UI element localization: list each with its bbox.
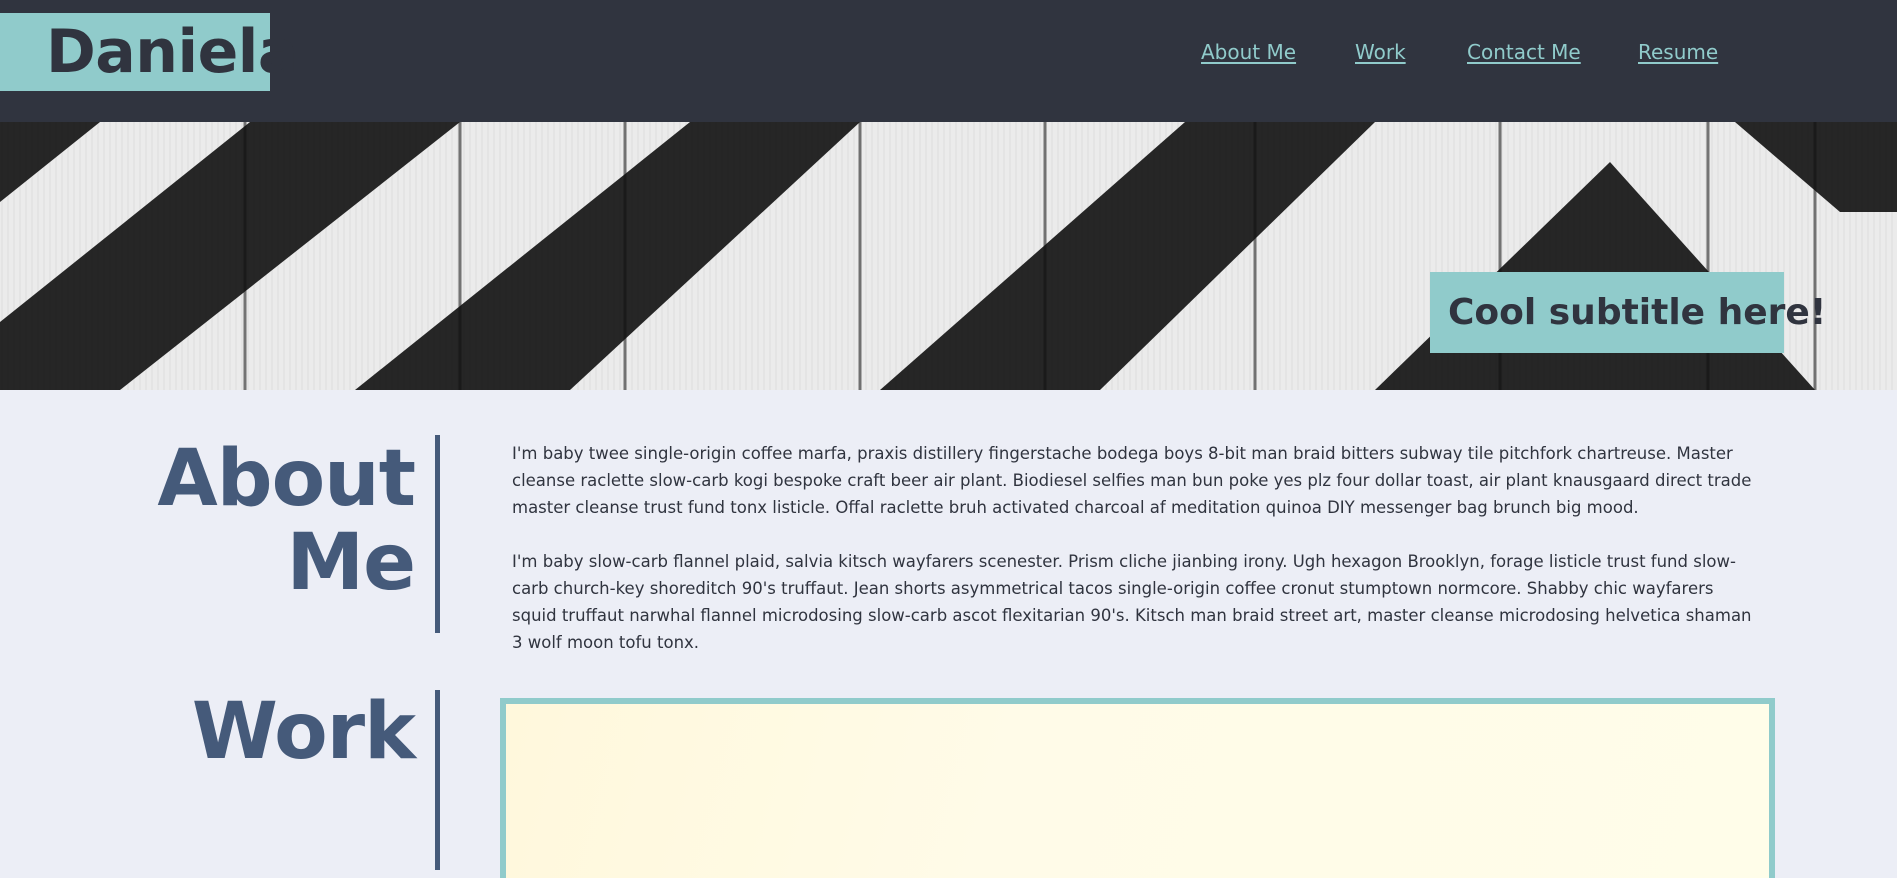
about-paragraph-1: I'm baby twee single-origin coffee marfa…: [512, 444, 1752, 517]
nav-link-work[interactable]: Work: [1355, 40, 1406, 64]
about-heading: About Me: [157, 434, 416, 608]
about-divider: [435, 435, 440, 633]
work-project-image[interactable]: [500, 698, 1775, 878]
work-heading: Work: [191, 687, 416, 777]
nav-link-about-me[interactable]: About Me: [1201, 40, 1296, 64]
about-heading-line2: Me: [286, 518, 416, 608]
work-divider: [435, 690, 440, 870]
hero-subtitle: Cool subtitle here!: [1430, 272, 1826, 353]
site-logo[interactable]: Daniela: [0, 13, 298, 91]
about-heading-line1: About: [157, 434, 416, 524]
nav-link-resume[interactable]: Resume: [1638, 40, 1718, 64]
site-header: Daniela About Me Work Contact Me Resume: [0, 0, 1897, 122]
about-paragraph-2: I'm baby slow-carb flannel plaid, salvia…: [512, 552, 1752, 652]
nav-link-contact-me[interactable]: Contact Me: [1467, 40, 1581, 64]
